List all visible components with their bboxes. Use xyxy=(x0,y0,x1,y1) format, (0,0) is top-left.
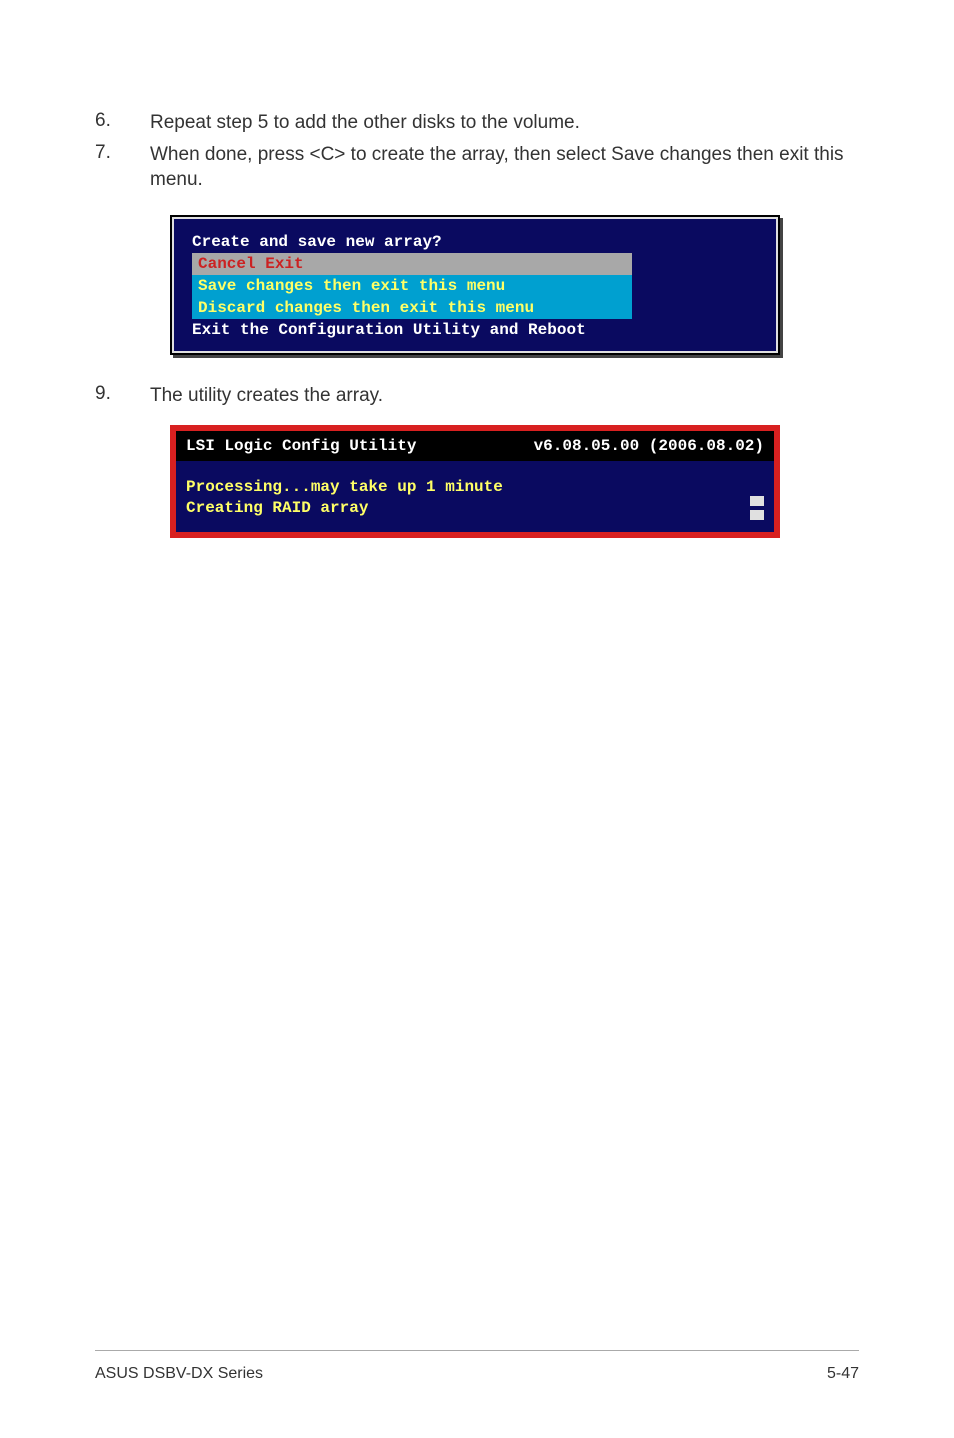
bios-menu-footer: Exit the Configuration Utility and Reboo… xyxy=(184,319,766,341)
utility-line1: Processing...may take up 1 minute xyxy=(186,477,503,499)
menu-item-cancel: Cancel Exit xyxy=(192,253,632,275)
utility-line2: Creating RAID array xyxy=(186,498,503,520)
page-footer: ASUS DSBV-DX Series 5-47 xyxy=(95,1350,859,1383)
cursor-indicator xyxy=(750,496,764,520)
step-num: 6. xyxy=(95,110,150,136)
utility-version: v6.08.05.00 (2006.08.02) xyxy=(534,437,764,455)
cursor-block xyxy=(750,496,764,506)
step-7: 7. When done, press <C> to create the ar… xyxy=(95,142,859,193)
menu-item-discard: Discard changes then exit this menu xyxy=(192,297,632,319)
utility-header: LSI Logic Config Utility v6.08.05.00 (20… xyxy=(176,431,774,465)
utility-body-text: Processing...may take up 1 minute Creati… xyxy=(186,477,503,520)
step-num: 9. xyxy=(95,383,150,409)
menu-item-save: Save changes then exit this menu xyxy=(192,275,632,297)
bios-menu-screenshot: Create and save new array? Cancel Exit S… xyxy=(170,215,780,355)
bios-menu-heading: Create and save new array? xyxy=(184,231,766,253)
step-6: 6. Repeat step 5 to add the other disks … xyxy=(95,110,859,136)
footer-right: 5-47 xyxy=(827,1365,859,1383)
utility-screenshot: LSI Logic Config Utility v6.08.05.00 (20… xyxy=(170,425,780,538)
step-num: 7. xyxy=(95,142,150,193)
utility-body: Processing...may take up 1 minute Creati… xyxy=(176,465,774,532)
step-text: Repeat step 5 to add the other disks to … xyxy=(150,110,580,136)
step-9: 9. The utility creates the array. xyxy=(95,383,859,409)
footer-left: ASUS DSBV-DX Series xyxy=(95,1365,263,1383)
step-text: When done, press <C> to create the array… xyxy=(150,142,859,193)
cursor-block xyxy=(750,510,764,520)
bios-menu-options: Cancel Exit Save changes then exit this … xyxy=(192,253,632,319)
utility-title: LSI Logic Config Utility xyxy=(186,437,416,455)
step-text: The utility creates the array. xyxy=(150,383,383,409)
